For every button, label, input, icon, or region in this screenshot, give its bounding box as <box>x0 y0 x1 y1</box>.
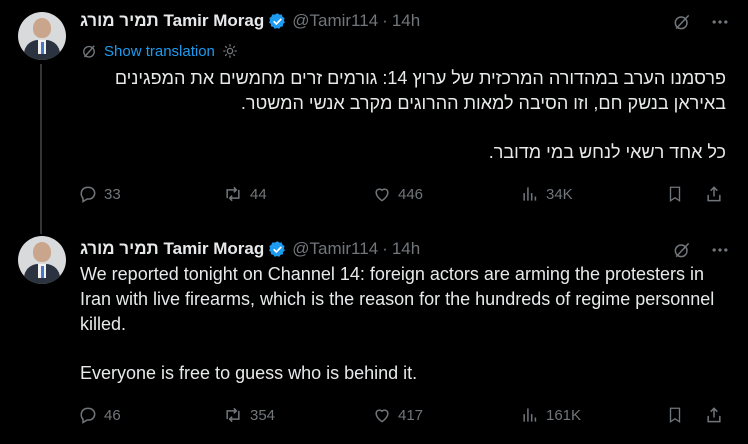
repost-button[interactable]: 354 <box>222 405 275 425</box>
share-icon <box>707 407 721 423</box>
bookmark-icon <box>669 407 681 424</box>
avatar[interactable] <box>18 12 66 60</box>
tweet-text: פרסמנו הערב במהדורה המרכזית של ערוץ 14: … <box>114 68 726 162</box>
tweet-actions: 33 44 446 34K <box>78 184 728 208</box>
like-icon <box>375 188 389 202</box>
author-name[interactable]: תמיר מורג Tamir Morag <box>80 239 264 259</box>
avatar[interactable] <box>18 236 66 284</box>
repost-icon <box>226 186 240 202</box>
more-icon[interactable] <box>710 240 730 260</box>
author-handle[interactable]: @Tamir114 <box>292 239 378 259</box>
author-name[interactable]: תמיר מורג Tamir Morag <box>80 11 264 31</box>
tweet-header: תמיר מורג Tamir Morag @Tamir114 · 14h <box>80 11 421 31</box>
gear-icon[interactable] <box>221 42 239 60</box>
bookmark-icon <box>669 186 681 203</box>
like-button[interactable]: 417 <box>372 405 423 425</box>
like-icon <box>375 409 389 423</box>
verified-badge-icon <box>269 12 286 29</box>
reply-icon <box>80 407 96 424</box>
share-icon <box>707 186 721 202</box>
tweet-actions: 46 354 417 161K <box>78 405 728 429</box>
verified-badge-icon <box>269 240 286 257</box>
tweet-1[interactable]: תמיר מורג Tamir Morag @Tamir114 · 14h Sh… <box>0 0 748 234</box>
repost-icon <box>226 407 240 423</box>
share-button[interactable] <box>704 184 724 204</box>
show-translation-link[interactable]: Show translation <box>80 42 239 60</box>
views-icon <box>523 187 537 201</box>
tweet-text: We reported tonight on Channel 14: forei… <box>80 264 715 383</box>
like-button[interactable]: 446 <box>372 184 423 204</box>
thread-line <box>40 64 42 234</box>
reply-icon <box>80 186 96 203</box>
timestamp[interactable]: 14h <box>392 11 420 31</box>
author-handle[interactable]: @Tamir114 <box>292 11 378 31</box>
grok-icon[interactable] <box>672 240 692 260</box>
more-icon[interactable] <box>710 12 730 32</box>
share-button[interactable] <box>704 405 724 425</box>
views-button[interactable]: 34K <box>520 184 573 204</box>
reply-button[interactable]: 33 <box>78 184 121 204</box>
grok-icon[interactable] <box>672 12 692 32</box>
translate-icon <box>83 45 95 58</box>
views-button[interactable]: 161K <box>520 405 581 425</box>
repost-button[interactable]: 44 <box>222 184 267 204</box>
views-icon <box>523 408 537 422</box>
bookmark-button[interactable] <box>666 184 684 204</box>
timestamp[interactable]: 14h <box>392 239 420 259</box>
tweet-header: תמיר מורג Tamir Morag @Tamir114 · 14h <box>80 239 421 259</box>
reply-button[interactable]: 46 <box>78 405 121 425</box>
bookmark-button[interactable] <box>666 405 684 425</box>
